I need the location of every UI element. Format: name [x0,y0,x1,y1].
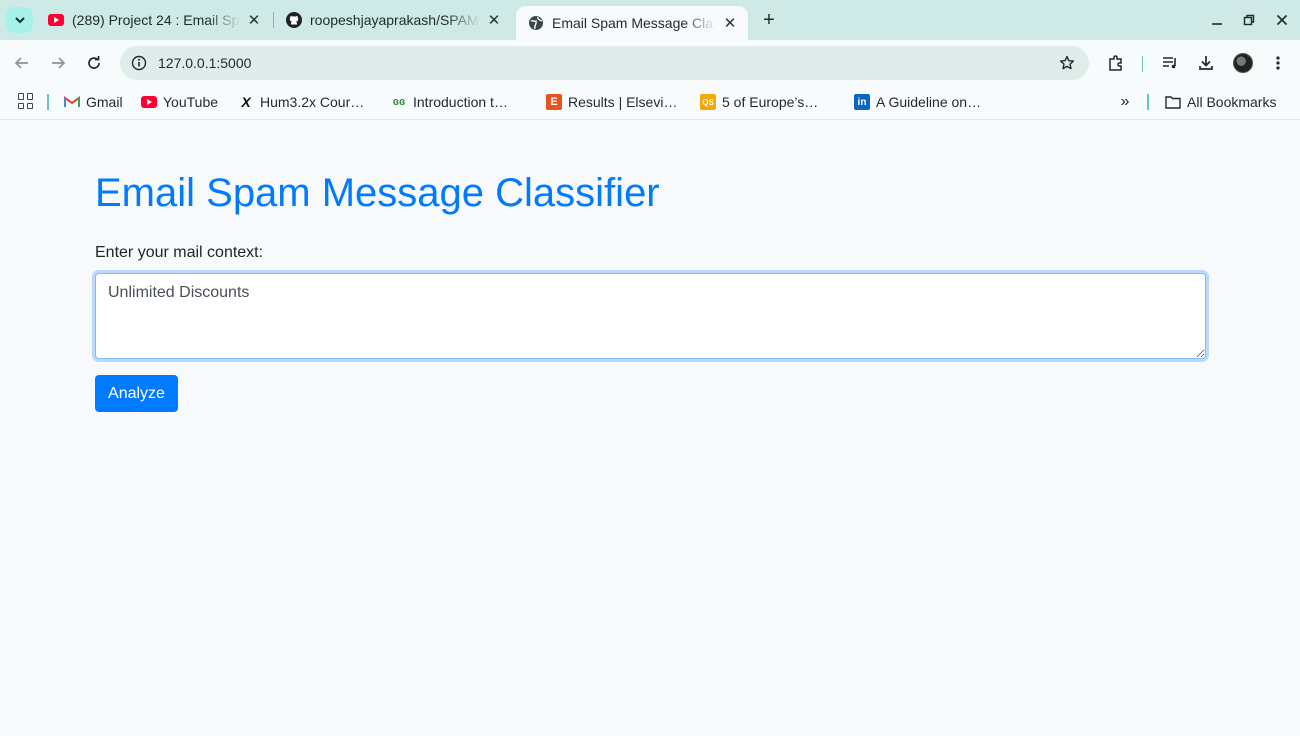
bookmark-label: A Guideline on… [876,94,982,110]
bookmark-star-icon[interactable] [1057,53,1077,73]
browser-toolbar: 127.0.0.1:5000 [0,40,1300,86]
all-bookmarks-button[interactable]: All Bookmarks [1165,91,1276,113]
tab-search-button[interactable] [6,7,33,33]
address-bar[interactable]: 127.0.0.1:5000 [120,46,1089,80]
tab-title: (289) Project 24 : Email Spam [72,12,240,28]
restore-button[interactable] [1239,10,1259,30]
all-bookmarks-label: All Bookmarks [1187,94,1277,110]
puzzle-icon [1109,55,1122,71]
close-icon[interactable]: ✕ [246,12,262,29]
folder-icon [1165,94,1181,110]
downloads-button[interactable] [1195,52,1217,74]
download-icon [1199,56,1213,70]
site-info-icon[interactable] [128,52,150,74]
globe-icon [528,15,544,31]
minimize-button[interactable] [1207,10,1227,30]
close-icon[interactable]: ✕ [486,12,502,29]
bookmark-label: Hum3.2x Cour… [260,94,365,110]
kebab-menu-icon [1276,56,1280,70]
close-icon[interactable]: ✕ [722,15,738,32]
gmail-icon [64,94,80,110]
bookmark-youtube[interactable]: YouTube [141,91,218,113]
bookmark-qs[interactable]: QS 5 of Europe’s… [700,91,818,113]
toolbar-separator [1142,56,1143,72]
qs-icon: QS [700,94,716,110]
media-control-button[interactable] [1159,52,1181,74]
playlist-icon [1163,57,1176,69]
mail-context-input[interactable]: Unlimited Discounts [95,273,1206,359]
apps-grid-icon[interactable] [18,93,34,109]
more-bookmarks-button[interactable]: » [1116,93,1134,111]
bookmark-edx[interactable]: X Hum3.2x Cour… [238,91,364,113]
analyze-button[interactable]: Analyze [95,375,178,412]
mail-context-label: Enter your mail context: [95,244,264,261]
tab-strip: (289) Project 24 : Email Spam ✕ roopeshj… [0,0,1300,40]
extensions-button[interactable] [1105,52,1127,74]
profile-avatar[interactable] [1233,53,1253,73]
new-tab-button[interactable]: + [758,9,780,31]
address-url[interactable]: 127.0.0.1:5000 [158,55,251,71]
linkedin-icon: in [854,94,870,110]
tab-title: Email Spam Message Classifier [552,15,716,31]
elsevier-icon: E [546,94,562,110]
bookmark-label: Results | Elsevi… [568,94,678,110]
reload-icon [88,56,100,69]
bookmark-linkedin[interactable]: in A Guideline on… [854,91,981,113]
arrow-left-icon [14,57,28,69]
bookmark-label: Gmail [86,94,123,110]
reload-button[interactable] [83,52,105,74]
edx-icon: X [241,94,251,110]
minimize-icon [1212,23,1222,25]
page-title: Email Spam Message Classifier [95,171,660,215]
bookmark-separator [1147,94,1149,110]
forward-button[interactable] [47,52,69,74]
bookmark-geeksforgeeks[interactable]: ɞɞ Introduction t… [391,91,508,113]
tab-github[interactable]: roopeshjayaprakash/SPAM ✕ [274,6,512,34]
close-icon [1276,14,1288,26]
tab-title: roopeshjayaprakash/SPAM [310,12,479,28]
restore-icon [1243,14,1255,26]
bookmark-gmail[interactable]: Gmail [64,91,123,113]
bookmark-label: YouTube [163,94,219,110]
back-button[interactable] [11,52,33,74]
bookmarks-bar: Gmail YouTube X Hum3.2x Cour… ɞɞ Introdu… [0,86,1300,120]
bookmark-label: Introduction t… [413,94,508,110]
tab-youtube[interactable]: (289) Project 24 : Email Spam ✕ [36,6,272,34]
bookmark-separator [47,94,49,110]
plus-icon: + [763,8,775,31]
browser-menu-button[interactable] [1267,52,1289,74]
chevron-double-right-icon: » [1120,93,1130,110]
youtube-icon [48,12,64,28]
window-close-button[interactable] [1272,10,1292,30]
geeksforgeeks-icon: ɞɞ [392,96,406,108]
tab-active[interactable]: Email Spam Message Classifier ✕ [516,6,748,40]
page-content: Email Spam Message Classifier Enter your… [0,121,1300,736]
bookmark-elsevier[interactable]: E Results | Elsevi… [546,91,677,113]
youtube-icon [141,94,157,110]
arrow-right-icon [52,57,66,69]
bookmark-label: 5 of Europe’s… [722,94,819,110]
chevron-down-icon [14,17,25,24]
github-icon [286,12,302,28]
